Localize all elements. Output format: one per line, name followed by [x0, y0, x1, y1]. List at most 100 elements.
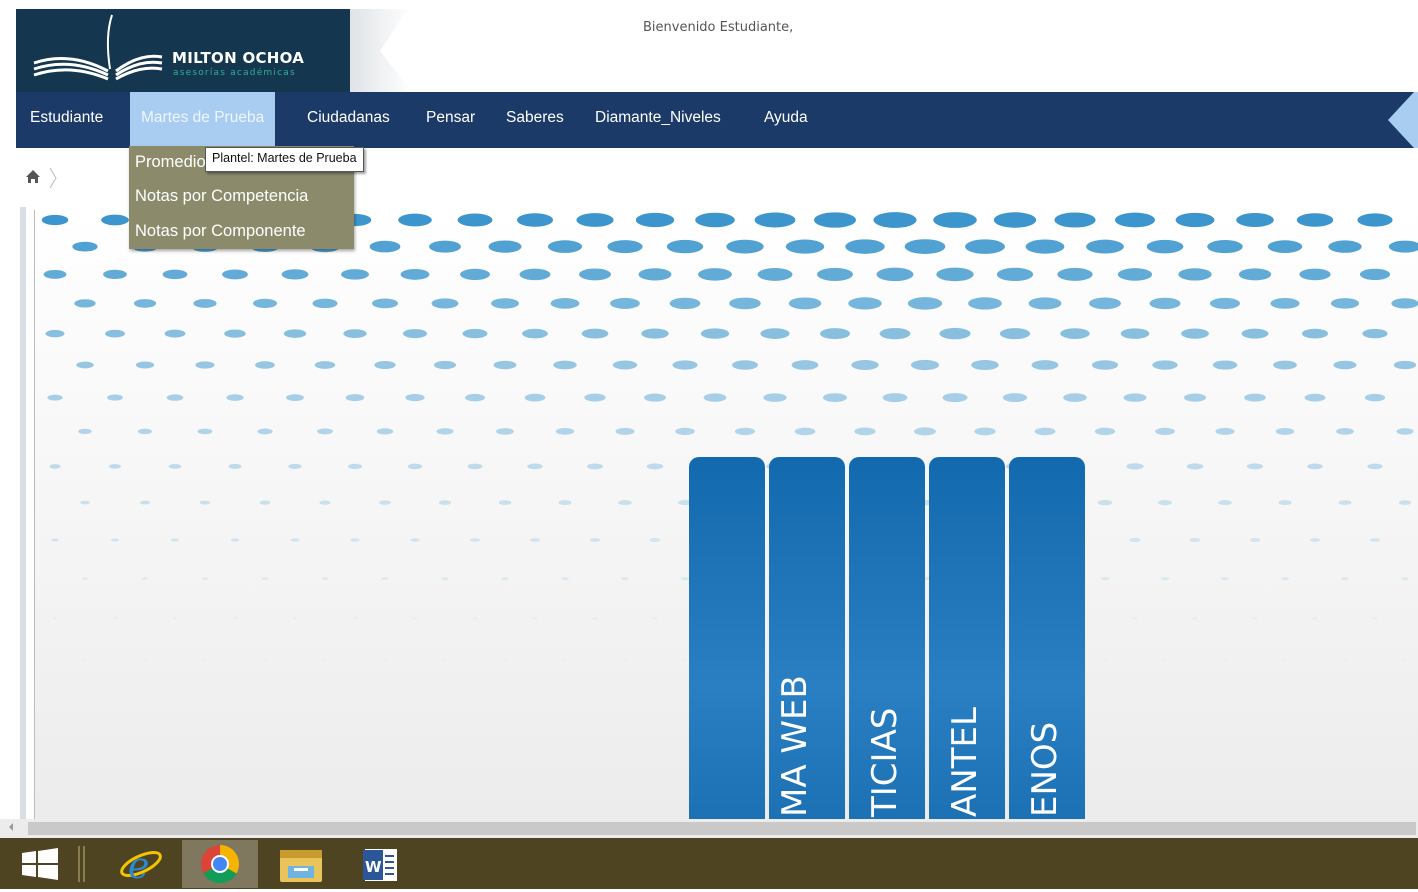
halftone-dot: [262, 577, 269, 580]
halftone-dot: [398, 214, 432, 227]
halftone-dot: [374, 361, 395, 369]
halftone-dot: [202, 577, 208, 579]
halftone-dot: [107, 395, 123, 401]
scrollbar-thumb[interactable]: [28, 822, 1416, 835]
halftone-dot: [584, 394, 605, 402]
halftone-dot: [53, 617, 57, 619]
halftone-dot: [348, 464, 362, 469]
halftone-dot: [169, 464, 181, 469]
halftone-dot: [644, 394, 666, 402]
halftone-dot: [1297, 213, 1333, 227]
halftone-dot: [1305, 394, 1326, 402]
banner-tab-plantel[interactable]: ANTEL: [929, 457, 1005, 819]
halftone-dot: [105, 330, 125, 338]
halftone-dot: [1312, 617, 1317, 619]
halftone-dot: [193, 299, 216, 308]
halftone-dot: [101, 215, 129, 226]
halftone-dot: [49, 464, 60, 468]
halftone-dot: [163, 270, 188, 280]
tab-label-estrenos: ENOS: [1025, 722, 1065, 817]
halftone-dot: [436, 428, 453, 434]
banner-tab-1[interactable]: [689, 457, 765, 819]
halftone-dot: [1215, 428, 1234, 435]
nav-item-ciudadanas[interactable]: Ciudadanas: [307, 92, 390, 148]
halftone-dot: [226, 394, 243, 401]
halftone-dot: [1060, 328, 1089, 339]
halftone-dot: [1129, 538, 1140, 542]
halftone-dot: [260, 501, 271, 505]
halftone-dot: [520, 269, 551, 281]
halftone-dot: [74, 299, 95, 307]
banner-tab-noticias[interactable]: TICIAS: [849, 457, 925, 819]
scroll-left-arrow-icon[interactable]: [9, 823, 13, 831]
taskbar-chrome[interactable]: [182, 840, 258, 888]
halftone-dot: [501, 577, 509, 580]
menu-item-notas-por-componente[interactable]: Notas por Componente: [135, 222, 306, 241]
halftone-dot: [286, 394, 304, 401]
halftone-dot: [522, 329, 548, 339]
taskbar-grip: [76, 846, 88, 882]
halftone-dot: [1250, 538, 1261, 542]
banner-tab-estrenos[interactable]: ENOS: [1009, 457, 1085, 819]
menu-item-notas-por-competencia[interactable]: Notas por Competencia: [135, 187, 308, 206]
halftone-dot: [198, 429, 213, 435]
chevron-right-icon: [50, 168, 56, 188]
halftone-dot: [618, 500, 632, 505]
nav-item-martes-de-prueba[interactable]: Martes de Prueba: [130, 92, 275, 148]
halftone-dot: [1270, 298, 1299, 309]
nav-item-diamante-niveles[interactable]: Diamante_Niveles: [595, 92, 721, 148]
halftone-dot: [315, 361, 336, 369]
nav-item-estudiante[interactable]: Estudiante: [30, 92, 103, 148]
taskbar-internet-explorer[interactable]: e: [104, 840, 180, 888]
halftone-dot: [1331, 298, 1359, 309]
halftone-dot: [1026, 239, 1065, 253]
taskbar-file-explorer[interactable]: [262, 840, 338, 888]
halftone-dot: [470, 538, 480, 542]
halftone-dot: [200, 501, 211, 505]
halftone-dot: [282, 269, 309, 279]
halftone-dot: [1210, 298, 1240, 309]
halftone-dot: [222, 269, 248, 279]
halftone-dot: [726, 240, 763, 254]
halftone-dot: [1207, 240, 1243, 253]
halftone-dot: [1029, 297, 1062, 309]
halftone-dot: [80, 501, 90, 505]
halftone-dot: [576, 213, 613, 227]
taskbar-word[interactable]: W: [343, 840, 419, 888]
windows-start-button[interactable]: [4, 840, 74, 888]
menu-item-promedio[interactable]: Promedio: [135, 153, 206, 172]
halftone-dot: [1184, 394, 1206, 402]
halftone-dot: [499, 500, 512, 505]
halftone-dot: [974, 427, 996, 435]
nav-item-saberes[interactable]: Saberes: [506, 92, 564, 148]
halftone-dot: [623, 658, 627, 660]
halftone-dot: [1124, 393, 1147, 401]
halftone-dot: [1147, 240, 1184, 253]
halftone-dot: [1394, 361, 1416, 369]
halftone-dot: [994, 212, 1036, 227]
halftone-dot: [370, 241, 401, 253]
horizontal-scrollbar[interactable]: [0, 819, 1418, 838]
halftone-dot: [943, 393, 968, 402]
nav-item-ayuda[interactable]: Ayuda: [764, 92, 808, 148]
halftone-dot: [1035, 428, 1056, 436]
breadcrumb: [24, 166, 64, 190]
milton-ochoa-logo[interactable]: MILTON OCHOA asesorías académicas: [16, 9, 350, 92]
halftone-dot: [1115, 213, 1155, 228]
home-icon[interactable]: [26, 170, 40, 183]
halftone-dot: [473, 617, 478, 619]
halftone-dot: [908, 297, 942, 310]
halftone-dot: [134, 299, 156, 308]
halftone-dot: [795, 428, 816, 436]
banner-tab-sistema-web[interactable]: MA WEB: [769, 457, 845, 819]
halftone-dot: [167, 394, 184, 400]
nav-item-pensar[interactable]: Pensar: [426, 92, 475, 148]
halftone-dot: [233, 617, 237, 619]
halftone-dot: [1372, 617, 1377, 619]
halftone-dot: [458, 213, 493, 226]
halftone-dot: [1095, 428, 1115, 435]
halftone-dot: [616, 428, 635, 435]
halftone-dot: [1396, 428, 1413, 434]
halftone-dot: [293, 617, 297, 619]
halftone-dot: [641, 329, 668, 339]
